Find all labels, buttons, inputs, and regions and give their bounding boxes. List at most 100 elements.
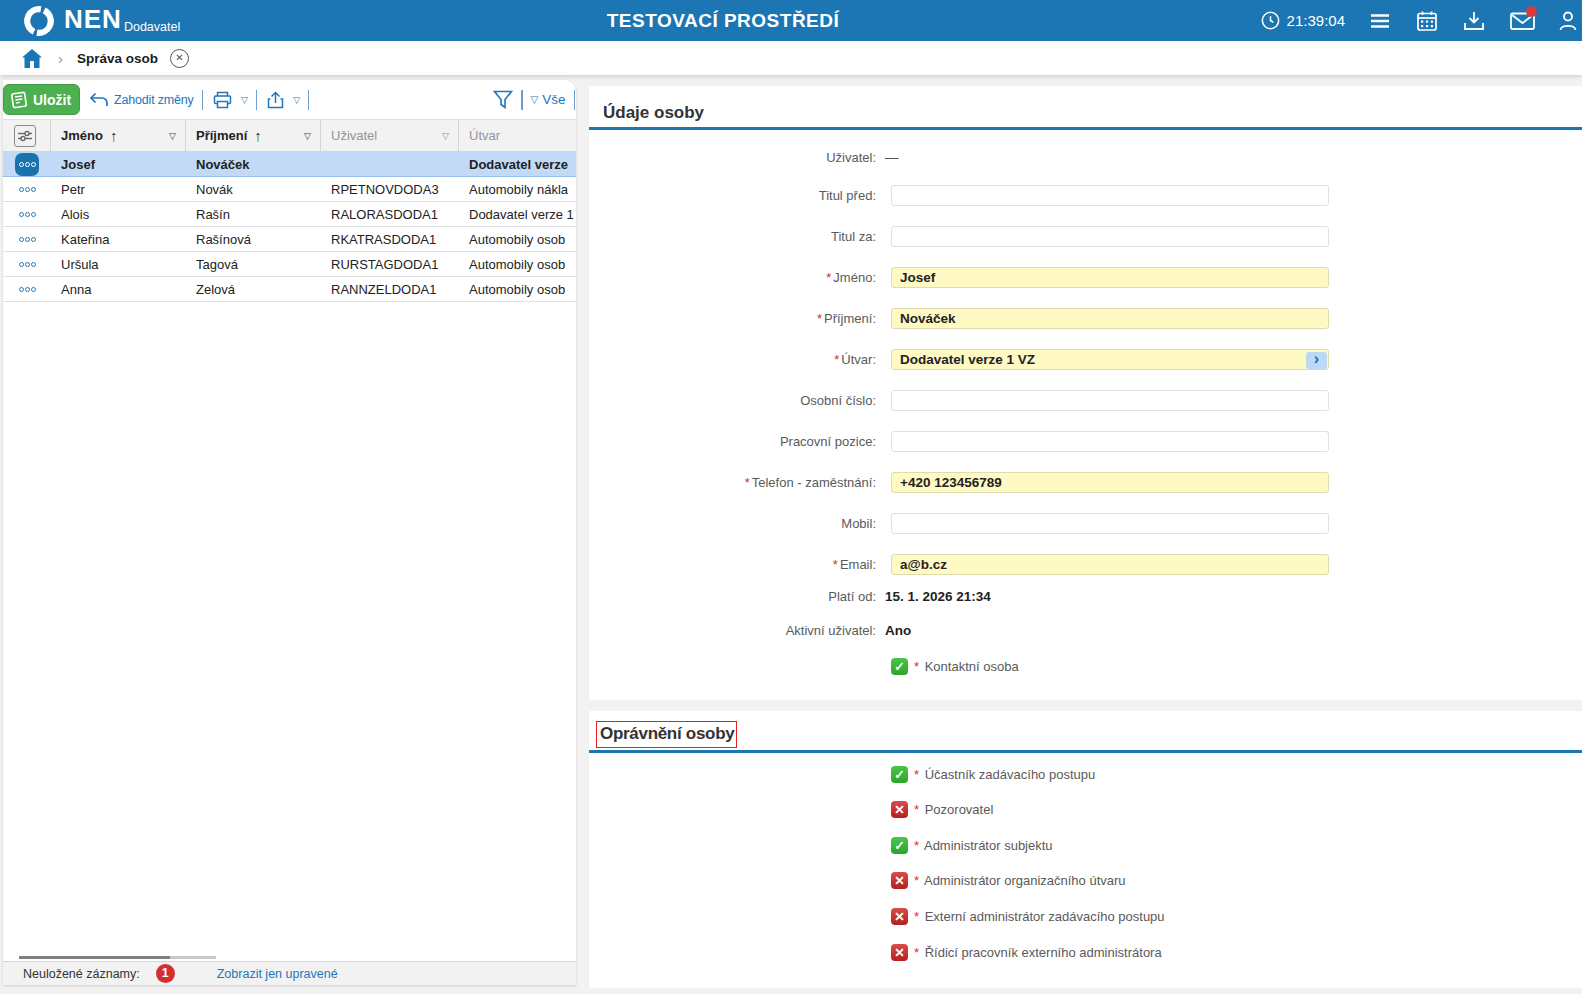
cell-utvar: Dodavatel verze bbox=[459, 157, 576, 172]
table-body: Josef Nováček Dodavatel verze Petr Novák… bbox=[3, 152, 576, 302]
field-row: Pracovní pozice: bbox=[589, 431, 1349, 452]
field-input[interactable]: a@b.cz bbox=[891, 554, 1329, 575]
field-value: 15. 1. 2026 21:34 bbox=[885, 589, 991, 604]
clock-time: 21:39:04 bbox=[1287, 12, 1345, 29]
field-row: Aktivní uživatel:Ano bbox=[589, 621, 1349, 639]
cell-uzivatel: RANNZELDODA1 bbox=[321, 282, 459, 297]
close-tab-icon[interactable]: ✕ bbox=[170, 49, 189, 68]
table-settings-cell[interactable] bbox=[3, 120, 51, 151]
discard-changes-button[interactable]: Zahodit změny bbox=[89, 92, 193, 108]
field-label: *Útvar: bbox=[589, 352, 876, 367]
field-input[interactable] bbox=[891, 431, 1329, 452]
downloads-button[interactable] bbox=[1463, 10, 1485, 32]
column-header-prijmeni[interactable]: Příjmení↑▽ bbox=[186, 120, 321, 151]
cell-prijmeni: Tagová bbox=[186, 257, 321, 272]
undo-icon bbox=[89, 92, 109, 108]
field-input[interactable] bbox=[891, 513, 1329, 534]
sort-asc-icon: ↑ bbox=[110, 127, 118, 144]
permission-denied-icon[interactable]: ✕ bbox=[891, 908, 908, 925]
permission-label: Administrátor subjektu bbox=[921, 838, 1053, 853]
field-label: Mobil: bbox=[589, 516, 876, 531]
cell-prijmeni: Rašín bbox=[186, 207, 321, 222]
permission-item: ✓* Administrátor subjektu bbox=[891, 837, 1053, 854]
field-label: Osobní číslo: bbox=[589, 393, 876, 408]
table-row[interactable]: Anna Zelová RANNZELDODA1 Automobily osob bbox=[3, 277, 576, 302]
permission-denied-icon[interactable]: ✕ bbox=[891, 944, 908, 961]
field-input[interactable] bbox=[891, 390, 1329, 411]
permissions-underline bbox=[589, 750, 1582, 753]
field-row: *Email:a@b.cz bbox=[589, 554, 1349, 575]
permission-label: Administrátor organizačního útvaru bbox=[921, 873, 1126, 888]
breadcrumb: › Správa osob ✕ bbox=[0, 41, 1582, 75]
field-input[interactable] bbox=[891, 185, 1329, 206]
clock-icon bbox=[1261, 11, 1280, 30]
field-input[interactable]: Dodavatel verze 1 VZ› bbox=[891, 349, 1329, 370]
breadcrumb-page-title: Správa osob bbox=[77, 51, 158, 66]
messages-button[interactable] bbox=[1510, 10, 1532, 32]
table-row[interactable]: Josef Nováček Dodavatel verze bbox=[3, 152, 576, 177]
mail-notification-badge bbox=[1526, 6, 1537, 17]
field-label: *Příjmení: bbox=[589, 311, 876, 326]
cell-utvar: Automobily nákla bbox=[459, 182, 576, 197]
download-icon bbox=[1463, 10, 1485, 32]
column-header-utvar[interactable]: Útvar bbox=[459, 120, 576, 151]
print-button[interactable]: ▽ bbox=[213, 91, 248, 109]
environment-title: TESTOVACÍ PROSTŘEDÍ bbox=[0, 0, 1446, 41]
filter-jmeno-icon: ▽ bbox=[169, 131, 176, 141]
field-input[interactable] bbox=[891, 226, 1329, 247]
row-menu-icon[interactable] bbox=[3, 212, 51, 217]
user-button[interactable] bbox=[1557, 10, 1579, 32]
export-button[interactable]: ▽ bbox=[267, 91, 300, 109]
export-icon bbox=[267, 91, 284, 109]
field-value: — bbox=[885, 150, 899, 165]
field-row: *Jméno:Josef bbox=[589, 267, 1349, 288]
cell-jmeno: Alois bbox=[51, 207, 186, 222]
row-menu-icon[interactable] bbox=[3, 287, 51, 292]
field-input[interactable]: +420 123456789 bbox=[891, 472, 1329, 493]
persons-panel: Uložit Zahodit změny ▽ ▽ ▽ Vše bbox=[3, 80, 576, 985]
unsaved-count-badge: 1 bbox=[156, 964, 175, 983]
column-header-jmeno[interactable]: Jméno↑▽ bbox=[51, 120, 186, 151]
horizontal-scrollbar-track[interactable] bbox=[170, 956, 216, 959]
field-row: Mobil: bbox=[589, 513, 1349, 534]
permissions-card: Oprávnění osoby ✓* Účastník zadávacího p… bbox=[589, 711, 1582, 988]
field-row: *Útvar: Dodavatel verze 1 VZ› bbox=[589, 349, 1349, 370]
open-picker-button[interactable]: › bbox=[1306, 352, 1327, 369]
filter-all-label[interactable]: Vše bbox=[542, 92, 565, 107]
menu-button[interactable] bbox=[1369, 10, 1391, 32]
table-row[interactable]: Petr Novák RPETNOVDODA3 Automobily nákla bbox=[3, 177, 576, 202]
row-menu-icon[interactable] bbox=[3, 187, 51, 192]
permission-denied-icon[interactable]: ✕ bbox=[891, 801, 908, 818]
home-icon[interactable] bbox=[22, 49, 42, 68]
field-input[interactable]: Nováček bbox=[891, 308, 1329, 329]
permission-denied-icon[interactable]: ✕ bbox=[891, 872, 908, 889]
title-underline bbox=[589, 127, 1582, 130]
person-details-title: Údaje osoby bbox=[589, 86, 1582, 127]
column-header-uzivatel[interactable]: Uživatel▽ bbox=[321, 120, 459, 151]
table-row[interactable]: Uršula Tagová RURSTAGDODA1 Automobily os… bbox=[3, 252, 576, 277]
table-row[interactable]: Alois Rašín RALORASDODA1 Dodavatel verze… bbox=[3, 202, 576, 227]
breadcrumb-chevron-icon: › bbox=[58, 50, 63, 67]
table-row[interactable]: Kateřina Rašínová RKATRASDODA1 Automobil… bbox=[3, 227, 576, 252]
show-edited-link[interactable]: Zobrazit jen upravené bbox=[217, 967, 338, 981]
filter-icon[interactable] bbox=[493, 90, 513, 109]
permission-granted-icon[interactable]: ✓ bbox=[891, 766, 908, 783]
row-menu-icon[interactable] bbox=[3, 262, 51, 267]
unsaved-statusbar: Neuložené záznamy: 1 Zobrazit jen uprave… bbox=[3, 961, 576, 985]
unsaved-records-label: Neuložené záznamy: bbox=[23, 967, 140, 981]
cell-prijmeni: Rašínová bbox=[186, 232, 321, 247]
field-label: Platí od: bbox=[589, 589, 876, 604]
calendar-button[interactable] bbox=[1416, 10, 1438, 32]
table-header: Jméno↑▽ Příjmení↑▽ Uživatel▽ Útvar bbox=[3, 119, 576, 152]
row-menu-icon[interactable] bbox=[3, 153, 51, 176]
field-input[interactable]: Josef bbox=[891, 267, 1329, 288]
filter-all-dropdown-icon[interactable]: ▽ bbox=[531, 94, 539, 105]
save-button[interactable]: Uložit bbox=[3, 84, 80, 115]
permission-label: Externí administrátor zadávacího postupu bbox=[921, 909, 1165, 924]
checkbox-checked-icon[interactable]: ✓ bbox=[891, 658, 908, 675]
permission-item: ✓* Účastník zadávacího postupu bbox=[891, 766, 1095, 783]
row-menu-icon[interactable] bbox=[3, 237, 51, 242]
permission-granted-icon[interactable]: ✓ bbox=[891, 837, 908, 854]
cell-jmeno: Uršula bbox=[51, 257, 186, 272]
horizontal-scrollbar[interactable] bbox=[19, 956, 170, 959]
